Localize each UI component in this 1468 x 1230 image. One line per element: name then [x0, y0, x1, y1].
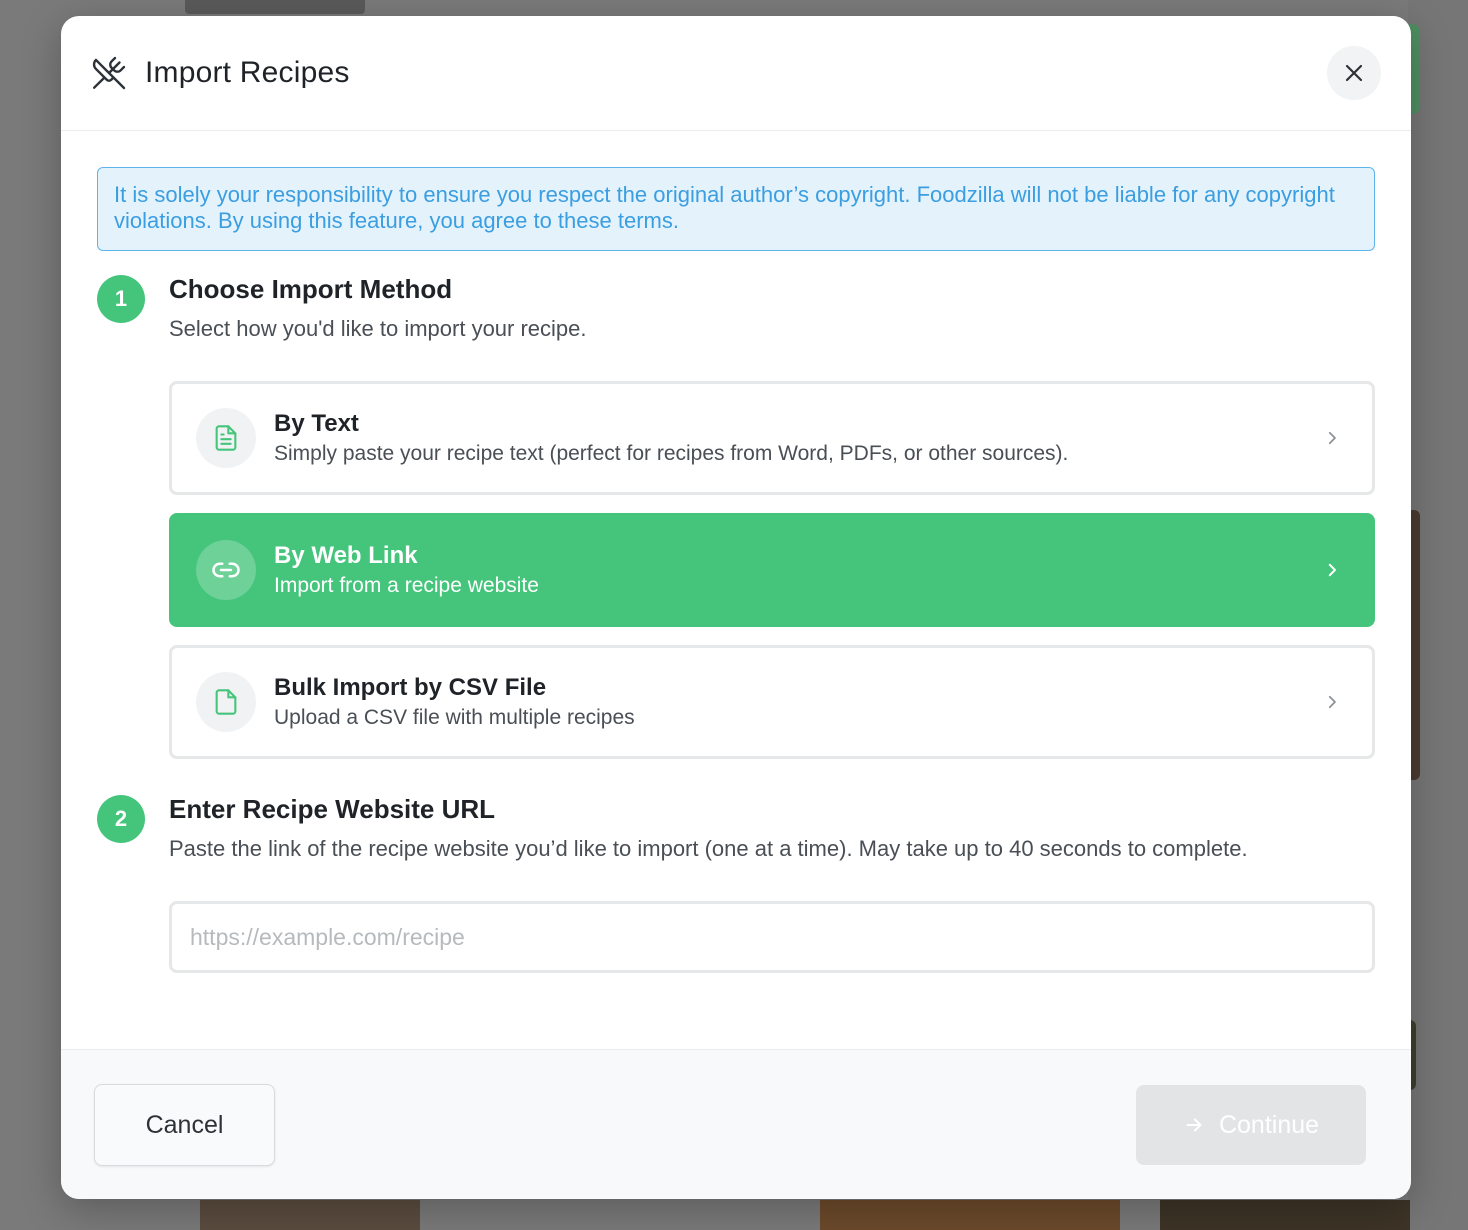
close-button[interactable]	[1327, 46, 1381, 100]
step-number-badge: 2	[97, 795, 145, 843]
step-description: Select how you'd like to import your rec…	[169, 316, 587, 341]
chevron-right-icon	[1322, 428, 1342, 448]
recipe-url-input[interactable]	[169, 901, 1375, 973]
background-image	[820, 1200, 1120, 1230]
option-bulk-csv[interactable]: Bulk Import by CSV File Upload a CSV fil…	[169, 645, 1375, 759]
chevron-right-icon	[1322, 560, 1342, 580]
file-text-icon	[196, 408, 256, 468]
option-title: By Text	[274, 410, 359, 437]
chevron-right-icon	[1322, 692, 1342, 712]
step-description: Paste the link of the recipe website you…	[169, 836, 1248, 861]
step-number-badge: 1	[97, 275, 145, 323]
modal-footer: Cancel Continue	[61, 1049, 1411, 1199]
option-title: Bulk Import by CSV File	[274, 674, 547, 701]
continue-label: Continue	[1218, 1110, 1320, 1139]
modal-body: It is solely your responsibility to ensu…	[61, 131, 1411, 973]
import-method-options: By Text Simply paste your recipe text (p…	[169, 381, 1375, 759]
background-image	[200, 1200, 420, 1230]
utensils-crossed-icon	[91, 55, 127, 91]
option-title: By Web Link	[274, 542, 418, 569]
continue-button[interactable]: Continue	[1136, 1085, 1366, 1165]
step-title: Enter Recipe Website URL	[169, 794, 496, 824]
link-icon	[196, 540, 256, 600]
copyright-notice: It is solely your responsibility to ensu…	[97, 167, 1375, 251]
option-description: Import from a recipe website	[274, 574, 539, 597]
import-recipes-modal: Import Recipes It is solely your respons…	[61, 16, 1411, 1199]
arrow-right-icon	[1183, 1114, 1205, 1136]
modal-title: Import Recipes	[145, 56, 350, 89]
cancel-button[interactable]: Cancel	[94, 1084, 275, 1166]
option-by-text[interactable]: By Text Simply paste your recipe text (p…	[169, 381, 1375, 495]
background-image	[1160, 1200, 1410, 1230]
option-description: Simply paste your recipe text (perfect f…	[274, 442, 1069, 465]
step-choose-method: 1 Choose Import Method Select how you'd …	[97, 273, 1375, 759]
background-title	[185, 0, 365, 14]
option-by-web-link[interactable]: By Web Link Import from a recipe website	[169, 513, 1375, 627]
step-enter-url: 2 Enter Recipe Website URL Paste the lin…	[97, 793, 1375, 973]
file-icon	[196, 672, 256, 732]
close-icon	[1345, 64, 1363, 82]
modal-header: Import Recipes	[61, 16, 1411, 131]
option-description: Upload a CSV file with multiple recipes	[274, 706, 635, 729]
step-title: Choose Import Method	[169, 274, 453, 304]
